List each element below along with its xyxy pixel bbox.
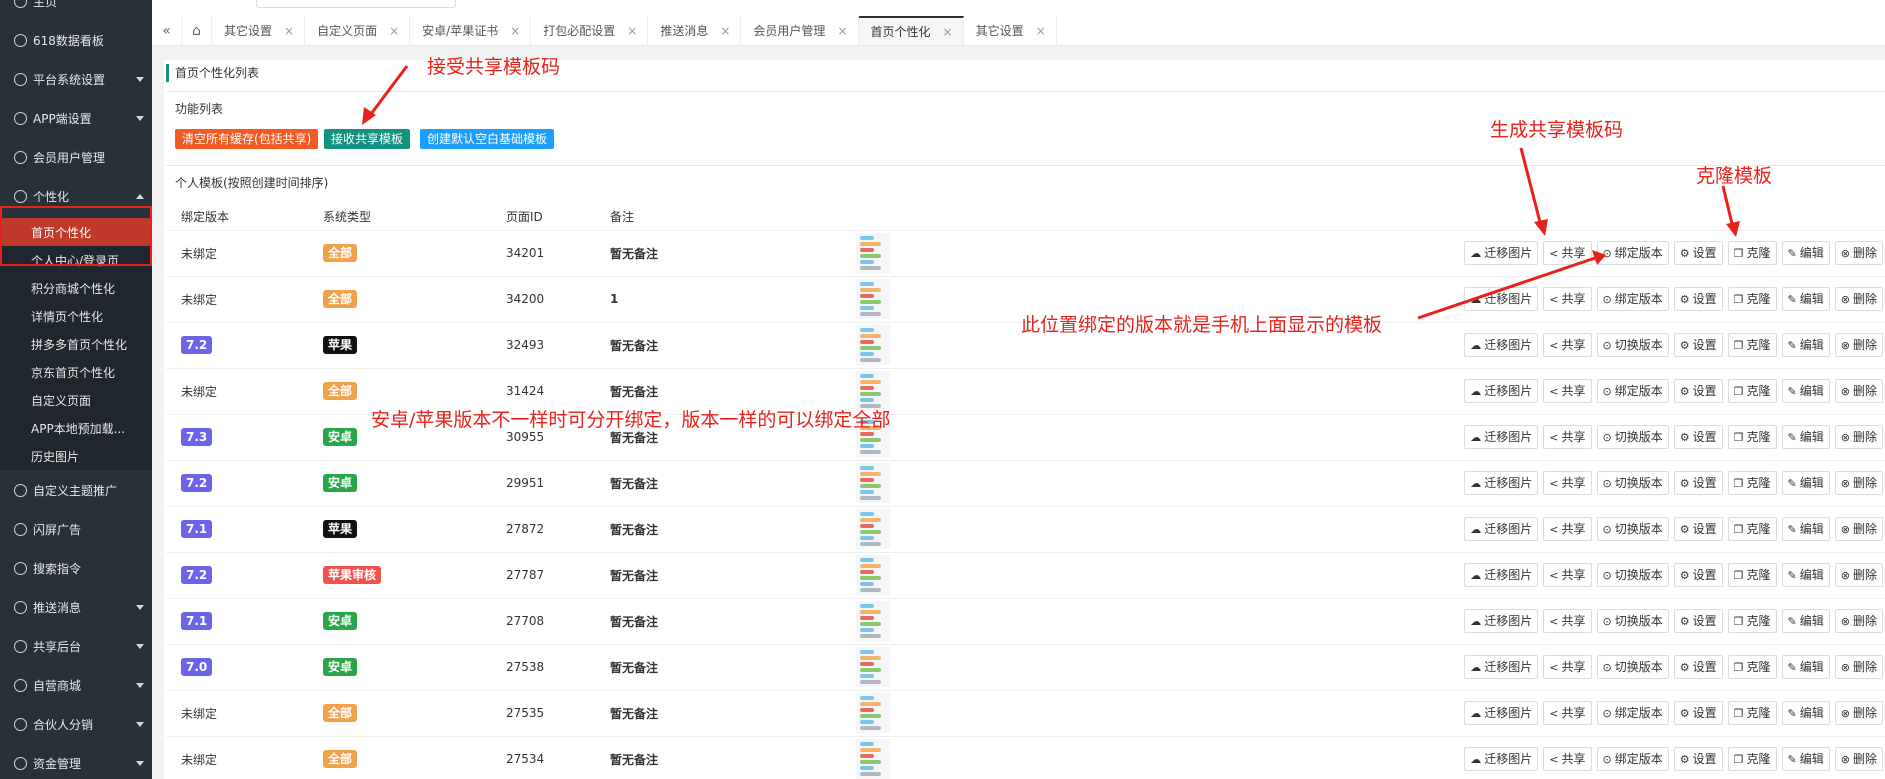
arrow-receive xyxy=(366,65,409,119)
arrowhead-generate xyxy=(1534,219,1548,236)
arrow-bind xyxy=(1417,256,1596,320)
arrow-clone xyxy=(1721,185,1735,229)
arrowhead-clone xyxy=(1726,221,1740,237)
arrow-generate xyxy=(1519,147,1543,227)
annotation-arrows xyxy=(362,65,1740,320)
app-window: 主页 618数据看板 平台系统设置 APP端设置 会员用户管理 个性化 首页个性化 个人中心/… xyxy=(0,0,1885,779)
